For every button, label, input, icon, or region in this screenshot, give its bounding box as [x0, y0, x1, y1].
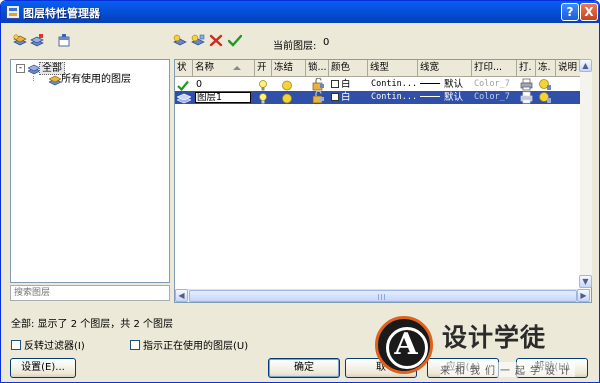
layer-color[interactable]: 白 [331, 91, 351, 104]
printer-icon[interactable] [520, 78, 533, 91]
horizontal-scrollbar[interactable]: ◀ ▶ [175, 289, 591, 302]
help-title-button[interactable]: ? [561, 3, 579, 21]
layer-name[interactable]: 0 [196, 78, 202, 91]
lineweight-sample [420, 83, 440, 84]
grid-header: 状 名称 开 冻结 锁... 颜色 线型 线宽 打印... 打. 冻. 说明 [175, 60, 591, 77]
layer-properties-dialog: 图层特性管理器 ? X 当前图层: 0 - 全部 所有使用的图层 搜索图层 状 … [0, 0, 600, 383]
lineweight-sample [420, 96, 440, 97]
col-plot-style[interactable]: 打印... [472, 60, 517, 76]
unlocked-icon[interactable] [312, 91, 325, 104]
layer-row[interactable]: 0 白 Contin... 默认 Color_7 [175, 78, 585, 92]
col-name[interactable]: 名称 [193, 60, 255, 76]
delete-layer-icon[interactable] [209, 34, 223, 47]
layer-name-edit[interactable]: 图层1 [195, 92, 251, 103]
layer-count-status: 全部: 显示了 2 个图层，共 2 个图层 [11, 319, 173, 330]
new-property-filter-icon[interactable] [13, 34, 27, 47]
window-title: 图层特性管理器 [23, 7, 100, 20]
unlocked-icon[interactable] [312, 78, 325, 91]
checkbox-box[interactable] [130, 340, 140, 350]
new-layer-icon[interactable] [173, 34, 187, 47]
title-bar[interactable]: 图层特性管理器 ? X [1, 1, 599, 23]
layer-linetype[interactable]: Contin... [371, 78, 417, 91]
checkbox-box[interactable] [11, 340, 21, 350]
layer-linetype[interactable]: Contin... [371, 91, 417, 104]
col-freeze[interactable]: 冻结 [272, 60, 306, 76]
col-lineweight[interactable]: 线宽 [418, 60, 472, 76]
col-vp-freeze[interactable]: 冻. [536, 60, 556, 76]
layer-row-selected[interactable]: 图层1 白 Contin... 默认 Color_7 [175, 91, 585, 104]
close-button[interactable]: X [580, 3, 598, 21]
watermark-title: 设计学徒 [442, 323, 547, 352]
app-icon [6, 5, 20, 19]
invert-filter-checkbox[interactable]: 反转过滤器(I) [11, 340, 85, 352]
vp-freeze-sun-icon[interactable] [538, 78, 552, 91]
indicate-used-label: 指示正在使用的图层(U) [143, 341, 249, 352]
filter-tree[interactable]: - 全部 所有使用的图层 [10, 59, 170, 283]
tree-expander[interactable]: - [16, 64, 25, 73]
col-linetype[interactable]: 线型 [368, 60, 418, 76]
printer-icon[interactable] [520, 91, 533, 104]
layer-color[interactable]: 白 [331, 78, 351, 91]
scroll-up-arrow-icon[interactable]: ▲ [579, 59, 592, 72]
layer-stack-icon [177, 93, 191, 104]
used-layers-filter-icon [49, 75, 61, 86]
watermark-logo: A [375, 316, 433, 374]
ok-button[interactable]: 确定 [268, 358, 340, 378]
scroll-left-arrow-icon[interactable]: ◀ [175, 289, 188, 302]
current-layer-value: 0 [323, 37, 330, 48]
scroll-down-arrow-icon[interactable]: ▼ [579, 275, 592, 288]
col-status[interactable]: 状 [175, 60, 193, 76]
layer-lineweight[interactable]: 默认 [420, 91, 463, 104]
current-layer-label: 当前图层: [273, 41, 317, 52]
indicate-used-checkbox[interactable]: 指示正在使用的图层(U) [130, 340, 248, 352]
sun-thawed-icon[interactable] [281, 92, 293, 105]
new-group-filter-icon[interactable] [30, 34, 44, 47]
search-layers-field[interactable] [10, 285, 170, 301]
layer-plot-style[interactable]: Color_7 [474, 91, 510, 104]
layer-plot-style[interactable]: Color_7 [474, 78, 510, 91]
watermark-subtitle: 来和我们一起学设计 [440, 362, 575, 377]
col-lock[interactable]: 锁... [306, 60, 329, 76]
settings-button[interactable]: 设置(E)... [10, 358, 76, 378]
scroll-thumb[interactable] [189, 290, 577, 302]
scroll-right-arrow-icon[interactable]: ▶ [577, 289, 590, 302]
invert-filter-label: 反转过滤器(I) [24, 341, 85, 352]
set-current-icon[interactable] [228, 34, 242, 47]
sort-ascending-icon [233, 66, 241, 70]
color-name: 白 [341, 79, 351, 90]
layer-list[interactable]: 状 名称 开 冻结 锁... 颜色 线型 线宽 打印... 打. 冻. 说明 0 [174, 59, 592, 303]
col-color[interactable]: 颜色 [329, 60, 368, 76]
color-swatch [331, 93, 339, 101]
layer-states-manager-icon[interactable] [57, 34, 71, 47]
vp-freeze-sun-icon[interactable] [538, 91, 552, 104]
lineweight-value: 默认 [444, 92, 464, 103]
col-plot[interactable]: 打. [517, 60, 536, 76]
lightbulb-on-icon[interactable] [258, 92, 268, 105]
lineweight-value: 默认 [444, 79, 464, 90]
color-swatch [331, 80, 339, 88]
vertical-scrollbar[interactable]: ▲ ▼ [579, 59, 592, 288]
col-on[interactable]: 开 [255, 60, 272, 76]
new-layer-vp-frozen-icon[interactable] [191, 34, 205, 47]
search-input[interactable] [11, 286, 169, 300]
tree-item-all-used[interactable]: 所有使用的图层 [61, 74, 131, 86]
color-name: 白 [341, 92, 351, 103]
watermark-logo-letter: A [394, 327, 418, 362]
layer-lineweight[interactable]: 默认 [420, 78, 463, 91]
